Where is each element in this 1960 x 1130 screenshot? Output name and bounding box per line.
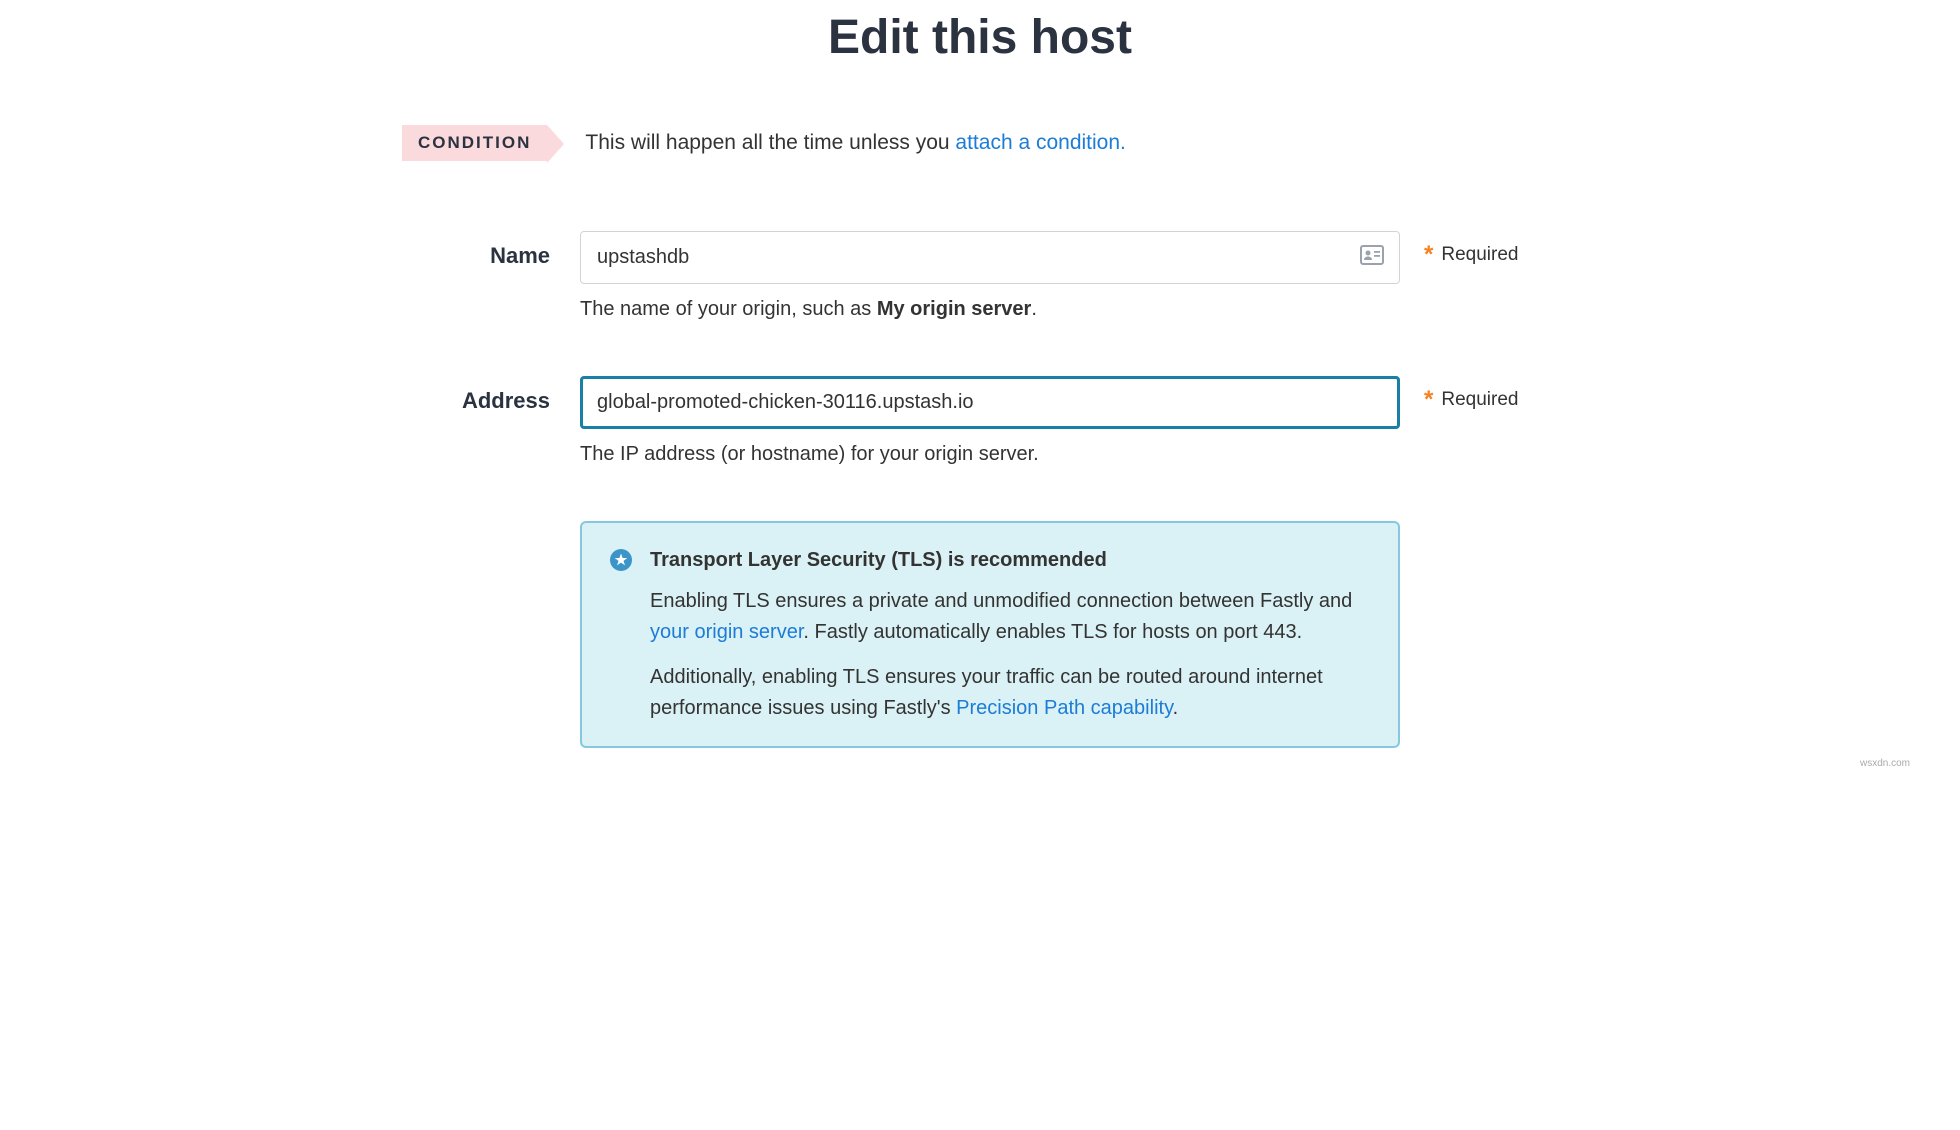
address-label: Address <box>380 376 580 414</box>
tls-info-title: Transport Layer Security (TLS) is recomm… <box>650 545 1370 576</box>
address-required-badge: * Required <box>1424 376 1518 412</box>
address-input[interactable] <box>580 376 1400 429</box>
name-required-badge: * Required <box>1424 231 1518 267</box>
condition-text-prefix: This will happen all the time unless you <box>585 131 955 154</box>
name-label: Name <box>380 231 580 269</box>
tls-info-box: Transport Layer Security (TLS) is recomm… <box>580 521 1400 748</box>
star-badge-icon <box>610 549 632 571</box>
id-card-icon <box>1360 245 1384 270</box>
footer-watermark: wsxdn.com <box>40 758 1920 769</box>
condition-text: This will happen all the time unless you… <box>585 131 1125 155</box>
name-input[interactable] <box>580 231 1400 284</box>
condition-row: CONDITION This will happen all the time … <box>380 125 1580 161</box>
asterisk-icon: * <box>1424 388 1433 412</box>
tls-info-para2: Additionally, enabling TLS ensures your … <box>650 662 1370 724</box>
asterisk-icon: * <box>1424 243 1433 267</box>
name-help-text: The name of your origin, such as My orig… <box>580 298 1400 321</box>
page-title: Edit this host <box>380 10 1580 65</box>
origin-server-link[interactable]: your origin server <box>650 621 803 643</box>
form-row-name: Name The name of your origin, such as My… <box>380 231 1580 321</box>
attach-condition-link[interactable]: attach a condition. <box>955 131 1125 154</box>
condition-tag: CONDITION <box>402 125 547 161</box>
address-help-text: The IP address (or hostname) for your or… <box>580 443 1400 466</box>
form-row-address: Address The IP address (or hostname) for… <box>380 376 1580 466</box>
precision-path-link[interactable]: Precision Path capability <box>956 697 1172 719</box>
tls-info-para1: Enabling TLS ensures a private and unmod… <box>650 586 1370 648</box>
